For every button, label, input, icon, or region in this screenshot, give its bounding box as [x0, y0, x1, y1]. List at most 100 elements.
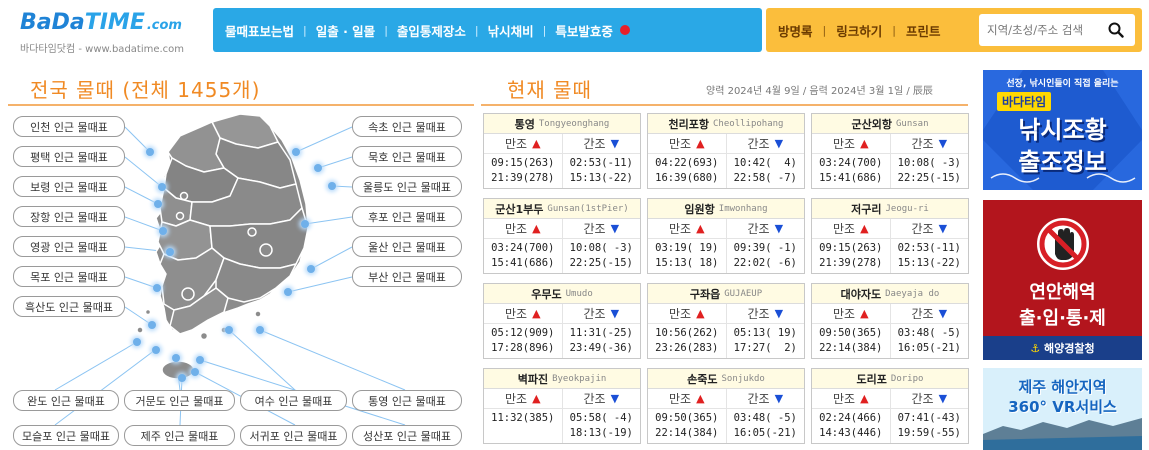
region-button-moseulpo[interactable]: 모슬포 인근 물때표 [13, 425, 119, 446]
map-dot-mukho[interactable] [314, 164, 322, 172]
map-dot-pyeongtaek[interactable] [158, 183, 166, 191]
guestbook-link[interactable]: 방명록 [778, 21, 813, 40]
tide-times: 02:24(466) 14:43(446) 07:41(-43) 19:59(-5… [812, 409, 968, 443]
map-dot-heuksando[interactable] [148, 321, 156, 329]
low-tide-text: 간조 [583, 307, 606, 321]
map-dot-wando[interactable] [133, 338, 141, 346]
station-name: 손죽도 [687, 372, 718, 386]
nav-weather-alert[interactable]: 특보발효중 [555, 21, 630, 40]
jeju-vr-banner[interactable]: 제주 해안지역 360° VR서비스 [983, 368, 1142, 450]
region-button-jeju[interactable]: 제주 인근 물때표 [124, 425, 235, 446]
map-dot-yeosu[interactable] [225, 326, 233, 334]
coastal-restriction-banner[interactable]: 연안해역 출·입·통·제 ⚓ 해양경찰청 [983, 200, 1142, 360]
region-button-wando[interactable]: 완도 인근 물때표 [13, 390, 119, 411]
map-dot-yeonggwang[interactable] [166, 248, 174, 256]
station-name: 도리포 [856, 372, 887, 386]
region-button-heuksando[interactable]: 흑산도 인근 물때표 [13, 296, 125, 317]
map-dot-jeju[interactable] [178, 374, 186, 382]
station-english-name: Imwonhang [718, 203, 768, 214]
tide-card[interactable]: 벽파진 Byeokpajin 만조 ▲ 간조 ▼ 11:32(385) 05:58( -4) … [483, 368, 641, 444]
map-dot-mokpo[interactable] [153, 284, 161, 292]
map-dot-seogwipo[interactable] [191, 368, 199, 376]
main-nav: 물때표보는법 | 일출 · 일몰 | 출입통제장소 | 낚시채비 | 특보발효중 [213, 8, 762, 52]
map-dot-janghang[interactable] [159, 227, 167, 235]
tide-card[interactable]: 손죽도 Sonjukdo 만조 ▲ 간조 ▼ 09:50(365) 22:14(384) 03… [647, 368, 805, 444]
tide-times: 09:15(263) 21:39(278) 02:53(-11) 15:13(-2… [812, 239, 968, 273]
low-tide-label: 간조 ▼ [725, 304, 805, 323]
nav-sunrise-sunset[interactable]: 일출 · 일몰 [316, 21, 375, 40]
map-dot-seongsanpo[interactable] [196, 356, 204, 364]
map-dot-tongyeong[interactable] [256, 326, 264, 334]
title-divider [8, 104, 474, 106]
vr-banner-line1: 제주 해안지역 [1018, 378, 1107, 396]
triangle-down-icon: ▼ [774, 392, 784, 405]
region-button-hupo[interactable]: 후포 인근 물때표 [352, 206, 462, 227]
tide-card-header: 구좌읍 GUJAEUP [648, 284, 804, 304]
nav-tide-guide[interactable]: 물때표보는법 [225, 21, 294, 40]
map-dot-ulsan[interactable] [307, 265, 315, 273]
triangle-up-icon: ▲ [860, 137, 869, 150]
region-button-incheon[interactable]: 인천 인근 물때표 [13, 116, 125, 137]
high-tide-label: 만조 ▲ [648, 134, 726, 153]
region-button-ulleungdo[interactable]: 울릉도 인근 물때표 [352, 176, 462, 197]
tide-card[interactable]: 저구리 Jeogu-ri 만조 ▲ 간조 ▼ 09:15(263) 21:39(278) 02… [811, 198, 969, 274]
map-dot-sokcho[interactable] [292, 148, 300, 156]
tide-label-row: 만조 ▲ 간조 ▼ [812, 134, 968, 154]
region-button-mukho[interactable]: 묵호 인근 물때표 [352, 146, 462, 167]
coast-guard-label: ⚓ 해양경찰청 [983, 340, 1142, 356]
map-dot-busan[interactable] [284, 288, 292, 296]
share-link[interactable]: 링크하기 [836, 21, 882, 40]
region-button-ulsan[interactable]: 울산 인근 물때표 [352, 236, 462, 257]
high-tide-times: 03:19( 19) 15:13( 18) [655, 242, 719, 269]
search-icon[interactable] [1103, 15, 1129, 45]
high-tide-text: 만조 [832, 392, 856, 406]
tide-card-header: 우무도 Umudo [484, 284, 640, 304]
nav-restricted-areas[interactable]: 출입통제장소 [397, 21, 466, 40]
region-button-mokpo[interactable]: 목포 인근 물때표 [13, 266, 125, 287]
region-button-seongsanpo[interactable]: 성산포 인근 물때표 [352, 425, 462, 446]
region-button-geomundo[interactable]: 거문도 인근 물때표 [124, 390, 235, 411]
region-button-sokcho[interactable]: 속초 인근 물때표 [352, 116, 462, 137]
tide-card[interactable]: 우무도 Umudo 만조 ▲ 간조 ▼ 05:12(909) 17:28(896) 11:31… [483, 283, 641, 359]
print-link[interactable]: 프린트 [906, 21, 941, 40]
map-dot-boryeong[interactable] [154, 200, 162, 208]
tide-card[interactable]: 군산외항 Gunsan 만조 ▲ 간조 ▼ 03:24(700) 15:41(686) 10:… [811, 113, 969, 189]
region-button-yeosu[interactable]: 여수 인근 물때표 [240, 390, 347, 411]
nav-fishing-gear[interactable]: 낚시채비 [488, 21, 534, 40]
map-dot-geomundo[interactable] [172, 354, 180, 362]
map-dot-incheon[interactable] [146, 148, 154, 156]
region-button-seogwipo[interactable]: 서귀포 인근 물때표 [240, 425, 347, 446]
restriction-banner-line1: 연안해역 [1029, 282, 1096, 303]
region-button-pyeongtaek[interactable]: 평택 인근 물때표 [13, 146, 125, 167]
triangle-down-icon: ▼ [610, 392, 620, 405]
nav-separator: | [303, 23, 307, 37]
tide-times: 09:50(365) 22:14(384) 03:48( -5) 16:05(-2… [812, 324, 968, 358]
tide-card[interactable]: 대야자도 Daeyaja do 만조 ▲ 간조 ▼ 09:50(365) 22:14(384… [811, 283, 969, 359]
tide-card[interactable]: 도리포 Doripo 만조 ▲ 간조 ▼ 02:24(466) 14:43(446) 07:4… [811, 368, 969, 444]
tide-card[interactable]: 구좌읍 GUJAEUP 만조 ▲ 간조 ▼ 10:56(262) 23:26(283) 05:… [647, 283, 805, 359]
region-button-janghang[interactable]: 장항 인근 물때표 [13, 206, 125, 227]
triangle-up-icon: ▲ [696, 222, 705, 235]
high-tide-label: 만조 ▲ [648, 219, 726, 238]
tide-card[interactable]: 통영 Tongyeonghang 만조 ▲ 간조 ▼ 09:15(263) 21:39(27… [483, 113, 641, 189]
tide-card[interactable]: 군산1부두 Gunsan(1stPier) 만조 ▲ 간조 ▼ 03:24(700) 15:… [483, 198, 641, 274]
region-button-boryeong[interactable]: 보령 인근 물때표 [13, 176, 125, 197]
region-button-tongyeong[interactable]: 통영 인근 물때표 [352, 390, 462, 411]
search-input[interactable] [979, 15, 1103, 45]
map-dot-ulleungdo[interactable] [328, 182, 336, 190]
high-tide-text: 만조 [668, 307, 692, 321]
site-logo[interactable]: BaDaTIME .com 바다타임닷컴 - www.badatime.com [20, 10, 205, 55]
search-box [979, 14, 1135, 46]
map-dot-hupo[interactable] [301, 220, 309, 228]
map-dot-moseulpo[interactable] [152, 346, 160, 354]
region-button-busan[interactable]: 부산 인근 물때표 [352, 266, 462, 287]
tide-card[interactable]: 임원항 Imwonhang 만조 ▲ 간조 ▼ 03:19( 19) 15:13( 18) 0… [647, 198, 805, 274]
tide-label-row: 만조 ▲ 간조 ▼ [648, 389, 804, 409]
station-name: 군산외항 [851, 117, 892, 131]
triangle-up-icon: ▲ [696, 392, 705, 405]
tide-card[interactable]: 천리포항 Cheollipohang 만조 ▲ 간조 ▼ 04:22(693) 16:39(… [647, 113, 805, 189]
fishing-banner-line2: 출조정보 [1018, 148, 1107, 176]
fishing-report-banner[interactable]: 선장, 낚시인들이 직접 올리는 바다타임 낚시조황 출조정보 [983, 70, 1142, 190]
restriction-banner-line2: 출·입·통·제 [1019, 308, 1106, 329]
region-button-yeonggwang[interactable]: 영광 인근 물때표 [13, 236, 125, 257]
